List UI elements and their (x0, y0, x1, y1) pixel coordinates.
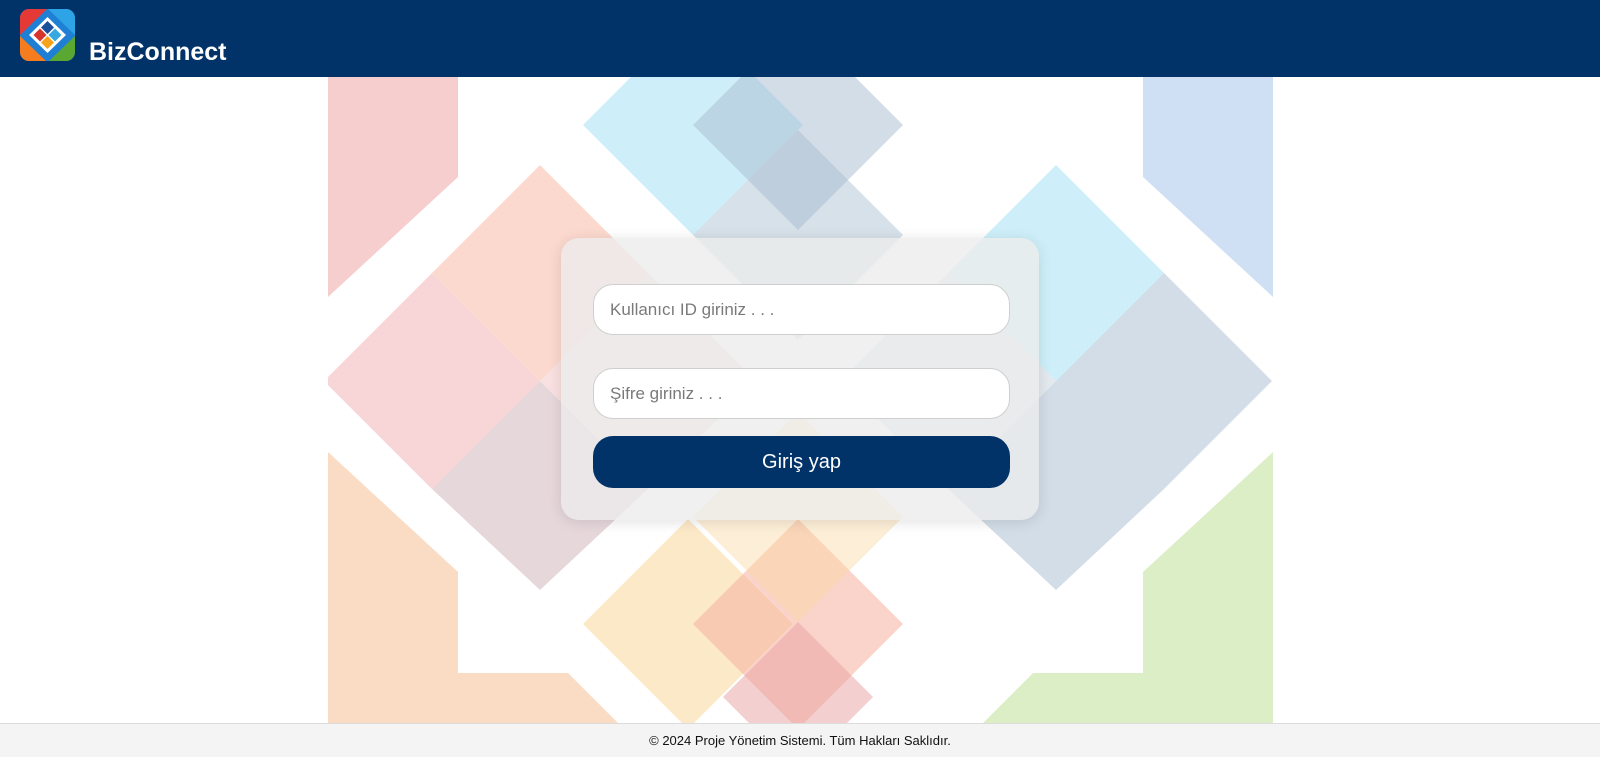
password-input[interactable] (593, 368, 1010, 419)
copyright-text: © 2024 Proje Yönetim Sistemi. Tüm Haklar… (649, 733, 951, 748)
top-header: BizConnect (0, 0, 1600, 77)
bizconnect-logo-icon (20, 9, 75, 61)
user-id-input[interactable] (593, 284, 1010, 335)
login-card: Giriş yap (561, 238, 1039, 520)
footer: © 2024 Proje Yönetim Sistemi. Tüm Haklar… (0, 723, 1600, 757)
login-page: BizConnect Giriş yap © 202 (0, 0, 1600, 757)
login-button[interactable]: Giriş yap (593, 436, 1010, 488)
brand-name: BizConnect (89, 38, 227, 66)
